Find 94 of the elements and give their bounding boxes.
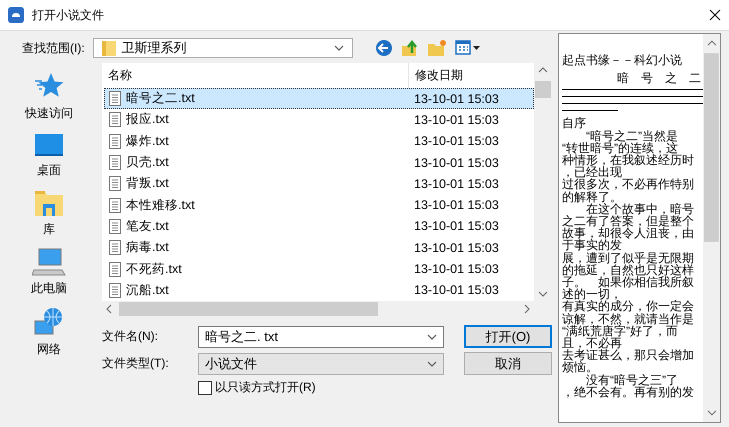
file-name: 沉船.txt (126, 282, 169, 299)
preview-text-line: 的拖延，自然也只好这样 (562, 264, 695, 276)
places-item[interactable]: 库 (26, 187, 72, 240)
file-date: 13-10-01 15:03 (413, 156, 499, 170)
vertical-scrollbar[interactable] (703, 34, 720, 422)
preview-text-line: 过很多次，不必再作特别 (562, 178, 695, 191)
preview-text-line: 起点书缘－－科幻小说 (562, 54, 683, 66)
file-date: 13-10-01 15:03 (413, 262, 499, 276)
file-date: 13-10-01 15:03 (413, 240, 499, 255)
preview-text-line: 自序 (562, 117, 586, 130)
text-file-icon (109, 218, 121, 234)
preview-text-line: 在这个故事中，暗号 (586, 202, 695, 216)
file-name: 病毒.txt (126, 239, 169, 256)
file-date: 13-10-01 15:03 (413, 283, 499, 298)
preview-text-line: 故事，却很令人沮丧，由 (562, 227, 695, 240)
preview-text-line: 去考证甚么，那只会增加 (562, 349, 695, 362)
preview-text-line: 于事实的发 (562, 239, 622, 252)
preview-text-line: 且，不必再 (562, 337, 622, 350)
preview-text-line: “转世暗号”的连续，这 (562, 142, 678, 154)
preview-text-line: 的解释了。 (562, 190, 622, 203)
preview-text-line: 展，遭到了似乎是无限期 (562, 252, 695, 264)
file-row[interactable]: 本性难移.txt 13-10-01 15:03 (104, 194, 534, 216)
places-item[interactable]: 桌面 (26, 130, 72, 181)
dialog-button[interactable]: 打开(O) (464, 325, 552, 348)
file-date: 13-10-01 15:03 (413, 92, 499, 106)
text-file-icon (109, 134, 121, 149)
preview-text-line: 种情形，在我叙述经历时 (562, 154, 695, 166)
preview-text-line: “满纸荒唐字”好了，而 (562, 324, 678, 338)
dialog-button[interactable]: 取消 (464, 352, 552, 375)
text-file-icon (109, 240, 121, 256)
back-icon[interactable] (374, 39, 393, 57)
preview-text-line: “暗号之二”当然是 (586, 130, 679, 142)
file-name: 背叛.txt (126, 175, 169, 192)
preview-text-line: 子。 如果你相信我所叙 (562, 276, 695, 288)
preview-text-line: 谅解，不然，就请当作是 (562, 312, 695, 325)
file-name: 本性难移.txt (126, 196, 195, 214)
file-name: 笔友.txt (126, 218, 169, 235)
checkbox[interactable] (198, 380, 212, 394)
network-icon (33, 307, 65, 337)
view-menu-icon[interactable] (454, 40, 481, 56)
look-in-dropdown[interactable]: 卫斯理系列 (92, 38, 353, 58)
look-in-label: 查找范围(I): (22, 40, 85, 56)
preview-text-line: 之二有了答案，但是整个 (562, 215, 695, 228)
preview-text-line: 没有“暗号之三”了 (586, 374, 678, 386)
file-row[interactable]: 爆炸.txt 13-10-01 15:03 (104, 130, 534, 152)
text-file-icon (109, 112, 121, 128)
file-name-field[interactable]: 暗号之二. txt (198, 326, 444, 348)
preview-text-line: 烦恼。 (562, 361, 599, 374)
text-file-icon (109, 155, 121, 170)
file-row[interactable]: 暗号之二.txt 13-10-01 15:03 (104, 88, 534, 110)
preview-text-line: ，已经出现 (562, 166, 622, 178)
file-date: 13-10-01 15:03 (413, 176, 499, 191)
file-row[interactable]: 报应.txt 13-10-01 15:03 (104, 109, 534, 131)
text-file-icon (109, 262, 121, 277)
places-item[interactable]: 网络 (25, 305, 73, 360)
file-name-label: 文件名(N): (102, 328, 159, 345)
text-file-icon (109, 176, 121, 192)
text-file-icon (109, 282, 121, 298)
file-row[interactable]: 贝壳.txt 13-10-01 15:03 (104, 152, 534, 174)
file-row[interactable]: 病毒.txt 13-10-01 15:03 (104, 237, 534, 258)
text-file-icon (109, 91, 121, 106)
file-name: 报应.txt (126, 111, 169, 128)
text-file-icon (109, 198, 121, 213)
file-type-label: 文件类型(T): (102, 355, 170, 372)
file-name: 暗号之二.txt (126, 90, 195, 108)
file-name: 贝壳.txt (126, 154, 169, 172)
app-icon (8, 7, 24, 23)
folder-icon (34, 189, 64, 217)
file-row[interactable]: 沉船.txt 13-10-01 15:03 (104, 280, 534, 301)
file-date: 13-10-01 15:03 (413, 112, 499, 127)
file-date: 13-10-01 15:03 (413, 134, 499, 148)
preview-heading: 暗 号 之 二 (616, 72, 702, 84)
file-date: 13-10-01 15:03 (413, 219, 499, 234)
desktop-icon (34, 132, 64, 158)
preview-text-line: ，绝不会有。再有别的发 (562, 386, 695, 398)
read-only-label[interactable]: 以只读方式打开(R) (215, 379, 316, 396)
file-row[interactable]: 不死药.txt 13-10-01 15:03 (104, 258, 534, 280)
file-name: 不死药.txt (126, 260, 182, 278)
file-type-dropdown[interactable]: 小说文件 (198, 352, 444, 374)
file-row[interactable]: 笔友.txt 13-10-01 15:03 (104, 216, 534, 238)
computer-icon (32, 248, 66, 276)
preview-text-line: 述的一切， (562, 288, 622, 300)
file-row[interactable]: 背叛.txt 13-10-01 15:03 (104, 173, 534, 194)
up-folder-icon[interactable] (400, 39, 419, 57)
file-name: 爆炸.txt (126, 132, 169, 150)
preview-text-line: 有真实的成分，你一定会 (562, 300, 695, 313)
close-icon[interactable] (709, 9, 721, 21)
window-title: 打开小说文件 (32, 6, 105, 24)
column-header[interactable]: 名称 (102, 67, 408, 84)
new-folder-icon[interactable] (426, 39, 447, 57)
places-item[interactable]: 快速访问 (17, 69, 81, 124)
places-item[interactable]: 此电脑 (23, 246, 75, 299)
folder-icon (102, 40, 116, 56)
file-date: 13-10-01 15:03 (413, 198, 499, 212)
